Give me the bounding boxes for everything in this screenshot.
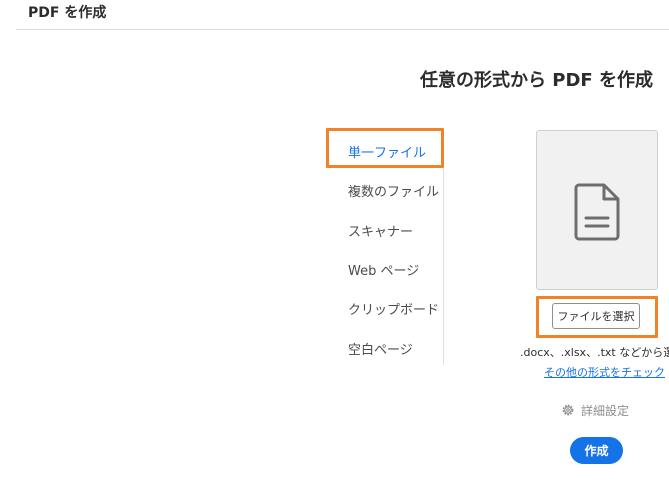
create-button[interactable]: 作成 — [570, 437, 623, 464]
nav-item-web-page[interactable]: Web ページ — [348, 260, 419, 279]
file-drop-card[interactable] — [536, 130, 658, 290]
nav-item-clipboard[interactable]: クリップボード — [348, 299, 439, 318]
nav-item-blank-page[interactable]: 空白ページ — [348, 339, 413, 358]
page-title: PDF を作成 — [28, 5, 107, 21]
select-file-button[interactable]: ファイルを選択 — [552, 303, 640, 329]
nav-divider — [443, 168, 444, 365]
highlight-box-single-file — [326, 128, 444, 168]
advanced-settings-link[interactable]: 詳細設定 — [561, 402, 629, 419]
header-divider — [16, 29, 669, 30]
other-formats-link[interactable]: その他の形式をチェック — [544, 364, 665, 380]
nav-item-multiple-files[interactable]: 複数のファイル — [348, 181, 439, 200]
nav-item-scanner[interactable]: スキャナー — [348, 221, 413, 240]
gear-icon — [562, 404, 574, 416]
advanced-settings-label: 詳細設定 — [581, 404, 630, 418]
document-icon — [574, 183, 620, 241]
main-heading: 任意の形式から PDF を作成 — [420, 70, 653, 91]
header: PDF を作成 — [0, 0, 669, 30]
supported-formats-text: .docx、.xlsx、.txt などから選択 — [520, 346, 669, 359]
